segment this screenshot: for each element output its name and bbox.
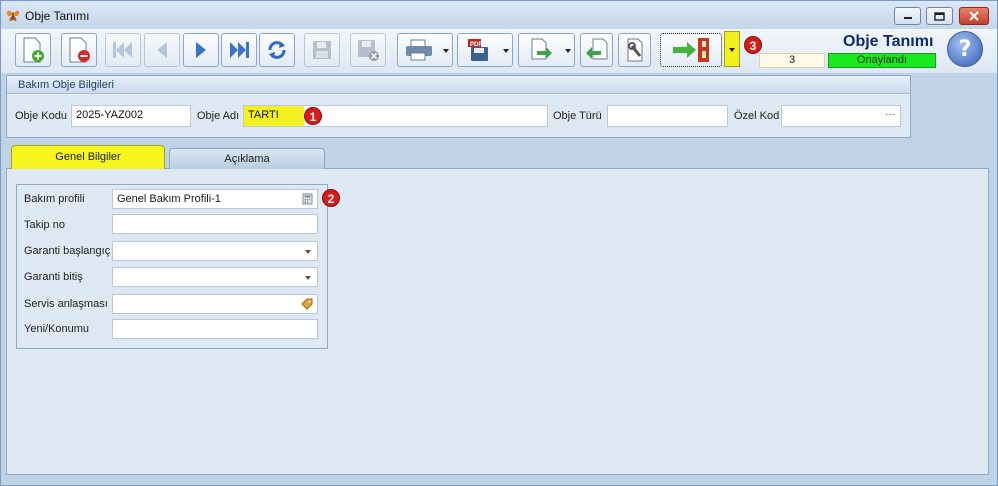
special-code-label: Özel Kod: [734, 110, 780, 122]
previous-icon: [157, 42, 167, 58]
ellipsis-icon[interactable]: ···: [885, 109, 895, 120]
export-icon: [531, 38, 552, 60]
tab-description[interactable]: Açıklama: [169, 148, 325, 169]
last-record-button[interactable]: [221, 33, 257, 67]
exit-dropdown-button[interactable]: [724, 31, 740, 67]
minimize-button[interactable]: [894, 7, 921, 25]
settings-button[interactable]: [618, 33, 651, 67]
tag-icon[interactable]: [301, 298, 313, 310]
object-code-label: Obje Kodu: [15, 110, 67, 122]
document-delete-icon: [69, 37, 90, 63]
app-window: Obje Tanımı PDF 3 Obje Tanımı 3 Onayland…: [0, 0, 998, 486]
import-button[interactable]: [580, 33, 613, 67]
save-cancel-button[interactable]: [350, 33, 386, 67]
exit-door-icon: [673, 38, 709, 62]
help-icon: ?: [958, 36, 972, 62]
butterfly-icon: [6, 10, 20, 21]
group-title: Bakım Obje Bilgileri: [7, 76, 910, 94]
pdf-export-button[interactable]: PDF: [457, 33, 513, 67]
new-location-field[interactable]: [112, 319, 318, 339]
maintenance-profile-field[interactable]: Genel Bakım Profili-1: [112, 189, 318, 209]
next-record-button[interactable]: [183, 33, 219, 67]
export-button[interactable]: [518, 33, 575, 67]
marker-badge: 2: [322, 189, 340, 207]
previous-record-button[interactable]: [144, 33, 180, 67]
object-name-value: TARTI: [248, 109, 279, 121]
first-icon: [113, 42, 132, 58]
chevron-down-icon[interactable]: [305, 250, 311, 254]
service-agreement-label: Servis anlaşması: [24, 298, 108, 310]
title-bar: Obje Tanımı: [1, 1, 997, 29]
import-icon: [585, 38, 607, 60]
printer-icon: [406, 39, 432, 61]
new-location-label: Yeni/Konumu: [24, 323, 90, 335]
maintenance-profile-label: Bakım profili: [24, 193, 85, 205]
chevron-down-icon: [443, 49, 449, 53]
chevron-down-icon: [729, 48, 735, 52]
form-title: Obje Tanımı: [843, 33, 934, 50]
object-name-field[interactable]: TARTI: [243, 105, 548, 127]
marker-badge: 3: [744, 36, 762, 54]
tab-general-info[interactable]: Genel Bilgiler: [11, 145, 165, 169]
save-icon: [313, 41, 331, 59]
document-add-icon: [23, 37, 44, 63]
minimize-icon: [903, 17, 912, 19]
chevron-down-icon: [565, 49, 571, 53]
first-record-button[interactable]: [105, 33, 141, 67]
next-icon: [196, 42, 206, 58]
maintenance-profile-value: Genel Bakım Profili-1: [117, 193, 221, 205]
status-badge: Onaylandı: [828, 53, 936, 68]
save-cancel-icon: [358, 40, 379, 61]
calculator-icon[interactable]: [302, 193, 313, 205]
service-agreement-field[interactable]: [112, 294, 318, 314]
new-document-button[interactable]: [15, 33, 51, 67]
delete-document-button[interactable]: [61, 33, 97, 67]
warranty-end-label: Garanti bitiş: [24, 271, 83, 283]
maximize-button[interactable]: [926, 7, 953, 25]
warranty-start-label: Garanti başlangıç: [24, 245, 111, 257]
marker-badge: 1: [304, 107, 322, 125]
refresh-icon: [268, 41, 286, 59]
tracking-no-label: Takip no: [24, 219, 65, 231]
exit-button[interactable]: [660, 33, 722, 67]
refresh-button[interactable]: [259, 33, 295, 67]
save-button[interactable]: [304, 33, 340, 67]
chevron-down-icon[interactable]: [305, 276, 311, 280]
help-button[interactable]: ?: [947, 31, 983, 67]
record-count: 3: [759, 53, 825, 68]
print-button[interactable]: [397, 33, 453, 67]
object-type-field[interactable]: [607, 105, 728, 127]
warranty-end-dropdown[interactable]: [112, 267, 318, 287]
tracking-no-field[interactable]: [112, 214, 318, 234]
wrench-icon: [627, 38, 642, 62]
object-code-field[interactable]: 2025-YAZ002: [71, 105, 191, 127]
close-button[interactable]: [959, 7, 989, 25]
warranty-start-dropdown[interactable]: [112, 241, 318, 261]
last-icon: [230, 42, 249, 58]
special-code-field[interactable]: ···: [781, 105, 901, 127]
close-icon: [969, 11, 979, 21]
pdf-save-icon: PDF: [468, 39, 488, 61]
object-type-label: Obje Türü: [553, 110, 602, 122]
window-title: Obje Tanımı: [25, 9, 90, 23]
chevron-down-icon: [503, 49, 509, 53]
restore-icon: [934, 11, 945, 21]
object-name-label: Obje Adı: [197, 110, 240, 122]
